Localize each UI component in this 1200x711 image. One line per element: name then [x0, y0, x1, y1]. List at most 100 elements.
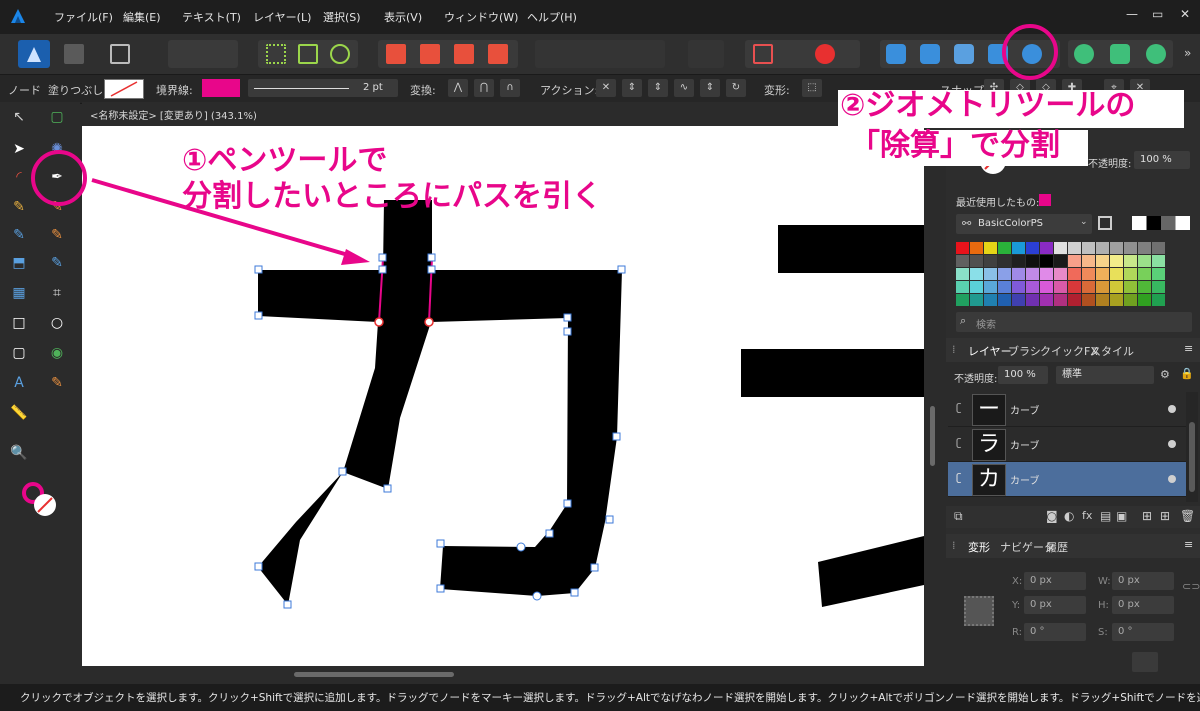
artboard-tool-icon[interactable]: ▢ — [46, 106, 68, 128]
close-curve-button[interactable]: ⇕ — [622, 79, 642, 97]
color-swatch[interactable] — [1026, 281, 1039, 293]
color-swatch[interactable] — [1138, 268, 1151, 280]
color-swatch[interactable] — [1012, 294, 1025, 306]
color-swatch[interactable] — [1096, 242, 1109, 254]
layers-options-icon[interactable]: ⧉ — [954, 509, 963, 524]
reverse-direction-button[interactable]: ↻ — [726, 79, 746, 97]
color-swatch[interactable] — [1068, 294, 1081, 306]
fill-color-well[interactable] — [34, 494, 56, 516]
color-swatch[interactable] — [1082, 268, 1095, 280]
fill-tool-icon[interactable]: ✎ — [8, 224, 30, 246]
panel-grip-icon[interactable]: ⁞ — [952, 343, 956, 356]
color-swatch[interactable] — [1012, 268, 1025, 280]
move-to-front-icon[interactable] — [488, 44, 508, 64]
boolean-subtract-icon[interactable] — [1110, 44, 1130, 64]
color-swatch[interactable] — [1110, 281, 1123, 293]
layer-lock-icon[interactable]: 🔒 — [1180, 367, 1194, 380]
tab-layers[interactable]: レイヤー — [968, 343, 1012, 359]
snapping-group[interactable] — [745, 40, 860, 68]
move-to-back-icon[interactable] — [386, 44, 406, 64]
geometry-add-icon[interactable] — [886, 44, 906, 64]
color-swatch[interactable] — [1138, 255, 1151, 267]
menu-select[interactable]: 選択(S) — [323, 9, 361, 25]
menu-file[interactable]: ファイル(F) — [54, 9, 113, 25]
palette-options-icon[interactable] — [1098, 216, 1112, 230]
convert-sharp-button[interactable]: ⋀ — [448, 79, 468, 97]
layers-scrollbar[interactable] — [1186, 392, 1198, 502]
transparency-tool-icon[interactable]: ⬒ — [8, 252, 30, 274]
zoom-tool-icon[interactable]: 🔍 — [8, 442, 30, 464]
fill-swatch[interactable] — [104, 79, 144, 99]
color-swatch[interactable] — [998, 242, 1011, 254]
color-search-input[interactable]: ⌕ 検索 — [956, 312, 1192, 332]
boolean-add-icon[interactable] — [1074, 44, 1094, 64]
minimize-button[interactable]: — — [1126, 7, 1138, 21]
y-field[interactable]: 0 px — [1024, 596, 1086, 614]
color-swatch[interactable] — [1054, 268, 1067, 280]
blend-mode-select[interactable]: 標準 — [1056, 366, 1154, 384]
visibility-dot-icon[interactable] — [1168, 405, 1176, 413]
color-swatch[interactable] — [1082, 281, 1095, 293]
tab-history[interactable]: 履歴 — [1046, 539, 1068, 555]
color-swatch[interactable] — [1054, 255, 1067, 267]
maximize-button[interactable]: ▭ — [1152, 7, 1163, 21]
color-swatch[interactable] — [1124, 268, 1137, 280]
color-swatch[interactable] — [970, 281, 983, 293]
transform-box-button[interactable]: ⬚ — [802, 79, 822, 97]
document-tab[interactable]: <名称未設定> [変更あり] (343.1%) — [82, 102, 942, 126]
geometry-subtract-icon[interactable] — [920, 44, 940, 64]
live-filter-icon[interactable]: ▤ — [1100, 509, 1111, 523]
menu-text[interactable]: テキスト(T) — [182, 9, 241, 25]
color-swatch[interactable] — [1082, 255, 1095, 267]
color-swatch[interactable] — [1152, 255, 1165, 267]
color-swatch[interactable] — [1026, 255, 1039, 267]
document-settings-group[interactable] — [168, 40, 238, 68]
color-swatch[interactable] — [984, 242, 997, 254]
arrange-group[interactable] — [378, 40, 518, 68]
layer-row-selected[interactable]: ʗ カ カーブ — [948, 462, 1186, 497]
pixel-persona-button[interactable] — [64, 44, 84, 64]
crop-tool-icon[interactable]: ⌗ — [46, 282, 68, 304]
select-object-icon[interactable] — [298, 44, 318, 64]
color-swatch[interactable] — [1026, 268, 1039, 280]
stroke-swatch[interactable] — [202, 79, 240, 97]
ellipse-tool-icon[interactable]: ○ — [46, 312, 68, 334]
color-swatch[interactable] — [956, 268, 969, 280]
select-node-icon[interactable] — [330, 44, 350, 64]
stroke-width-slider[interactable]: 2 pt — [248, 79, 398, 97]
color-swatch[interactable] — [1124, 281, 1137, 293]
color-swatch[interactable] — [1040, 255, 1053, 267]
color-swatch[interactable] — [984, 255, 997, 267]
layer-effects-icon[interactable]: fx — [1082, 509, 1092, 522]
color-swatch[interactable] — [1096, 255, 1109, 267]
visibility-dot-icon[interactable] — [1168, 475, 1176, 483]
color-swatch[interactable] — [998, 268, 1011, 280]
layer-row[interactable]: ʗ ラ カーブ — [948, 427, 1186, 462]
rounded-rectangle-tool-icon[interactable]: ▢ — [8, 342, 30, 364]
color-swatch-grid[interactable] — [956, 242, 1166, 308]
color-swatch[interactable] — [1068, 242, 1081, 254]
w-field[interactable]: 0 px — [1112, 572, 1174, 590]
x-field[interactable]: 0 px — [1024, 572, 1086, 590]
color-swatch[interactable] — [1110, 255, 1123, 267]
layer-settings-icon[interactable]: ⚙ — [1160, 368, 1170, 381]
pixel-brush-tool-icon[interactable]: ✎ — [46, 224, 68, 246]
color-swatch[interactable] — [1152, 268, 1165, 280]
menu-view[interactable]: 表示(V) — [384, 9, 422, 25]
close-button[interactable]: ✕ — [1180, 7, 1190, 21]
tab-brushes[interactable]: ブラシ — [1008, 343, 1041, 359]
break-curve-button[interactable]: ✕ — [596, 79, 616, 97]
tab-styles[interactable]: スタイル — [1090, 343, 1134, 359]
vertical-scrollbar[interactable] — [924, 126, 942, 666]
link-dimensions-icon[interactable]: ⊂⊃ — [1182, 580, 1200, 593]
color-swatch[interactable] — [1152, 242, 1165, 254]
color-swatch[interactable] — [1068, 268, 1081, 280]
color-swatch[interactable] — [1110, 242, 1123, 254]
move-forward-icon[interactable] — [454, 44, 474, 64]
align-group[interactable] — [535, 40, 665, 68]
export-persona-button[interactable] — [110, 44, 130, 64]
menu-layer[interactable]: レイヤー(L) — [253, 9, 311, 25]
flip-group[interactable] — [688, 40, 724, 68]
fill-stroke-swatches[interactable] — [22, 482, 60, 520]
snapping-magnet-icon[interactable] — [815, 44, 835, 64]
